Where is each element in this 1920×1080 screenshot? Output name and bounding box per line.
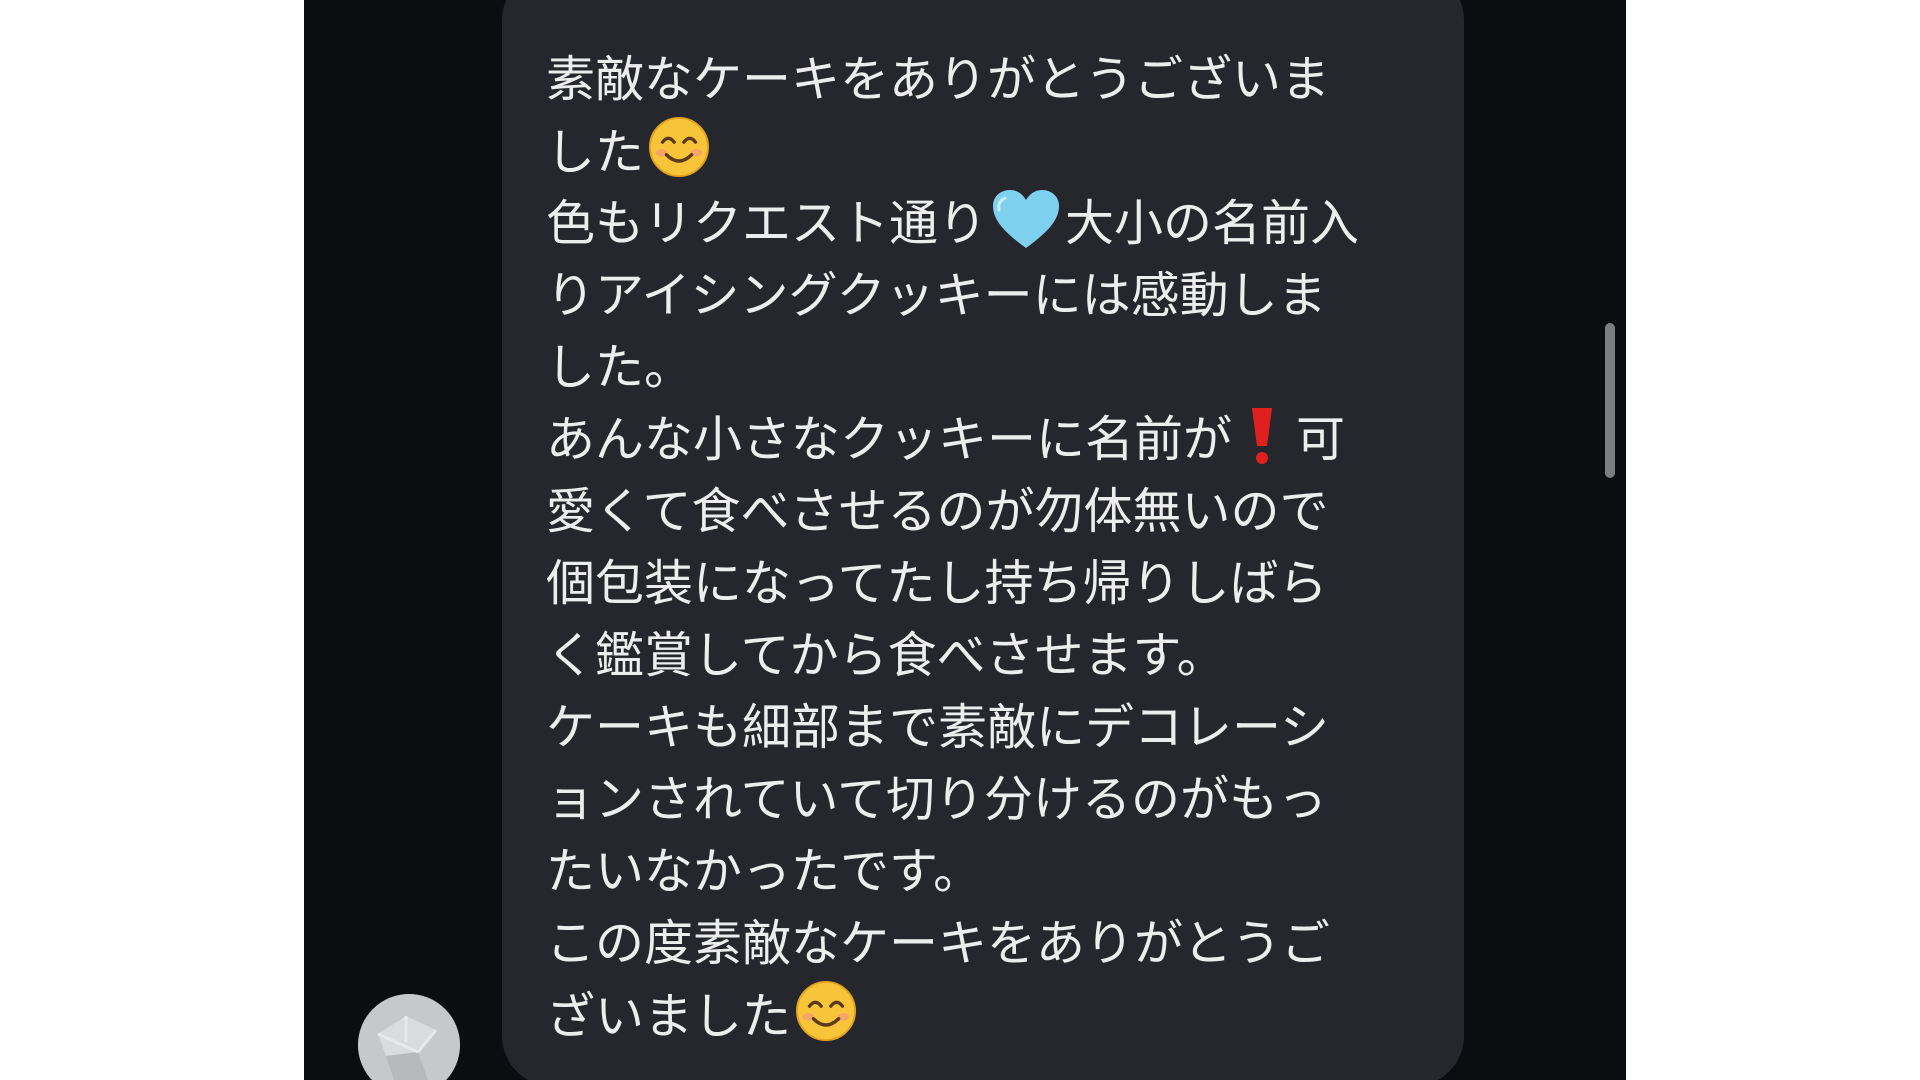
chat-screen[interactable]: 素敵なケーキをありがとうございま した 色もリクエスト通り 大小の名前入 りアイ… xyxy=(304,0,1626,1080)
message-text: 素敵なケーキをありがとうございま した 色もリクエスト通り 大小の名前入 りアイ… xyxy=(546,44,1464,1052)
message-line: く鑑賞してから食べさせます。 xyxy=(546,620,1464,692)
message-line-text: 色もリクエスト通り xyxy=(546,195,988,252)
smiling-face-icon xyxy=(648,116,710,178)
message-line-text: 個包装になってたし持ち帰りしばら xyxy=(546,555,1328,612)
red-exclamation-icon xyxy=(1252,408,1273,464)
avatar[interactable] xyxy=(358,994,460,1080)
message-line: ケーキも細部まで素敵にデコレーシ xyxy=(546,692,1464,764)
message-line-text: たいなかったです。 xyxy=(546,843,983,900)
message-line: 愛くて食べさせるのが勿体無いので xyxy=(546,476,1464,548)
message-line-text: ざいました xyxy=(546,988,792,1045)
message-line-text: ケーキも細部まで素敵にデコレーシ xyxy=(546,699,1330,756)
message-line: りアイシングクッキーには感動しま xyxy=(546,260,1464,332)
page: 素敵なケーキをありがとうございま した 色もリクエスト通り 大小の名前入 りアイ… xyxy=(0,0,1920,1080)
smiling-face-icon xyxy=(795,980,857,1042)
message-line-text-rest: 大小の名前入 xyxy=(1065,195,1360,252)
message-line-text: りアイシングクッキーには感動しま xyxy=(546,267,1327,324)
message-line-text: した。 xyxy=(546,339,694,396)
message-line: この度素敵なケーキをありがとうご xyxy=(546,908,1464,980)
message-line: ざいました xyxy=(546,980,1464,1052)
message-line: たいなかったです。 xyxy=(546,836,1464,908)
message-line: 素敵なケーキをありがとうございま xyxy=(546,44,1464,116)
message-line-text-rest: 可 xyxy=(1296,411,1346,468)
message-line-text: ョンされていて切り分けるのがもっ xyxy=(546,771,1328,828)
message-line: あんな小さなクッキーに名前が 可 xyxy=(546,404,1464,476)
message-line-text: 素敵なケーキをありがとうございま xyxy=(546,51,1331,108)
message-line: した xyxy=(546,116,1464,188)
light-blue-heart-icon xyxy=(993,190,1060,248)
message-line-text: 愛くて食べさせるのが勿体無いので xyxy=(546,483,1329,540)
message-line: した。 xyxy=(546,332,1464,404)
scrollbar-thumb[interactable] xyxy=(1605,323,1615,478)
message-line-text: この度素敵なケーキをありがとうご xyxy=(546,915,1331,972)
message-bubble[interactable]: 素敵なケーキをありがとうございま した 色もリクエスト通り 大小の名前入 りアイ… xyxy=(502,0,1464,1080)
message-line: 色もリクエスト通り 大小の名前入 xyxy=(546,188,1464,260)
default-avatar-icon xyxy=(358,994,460,1080)
message-line-text: した xyxy=(546,124,645,181)
message-line: ョンされていて切り分けるのがもっ xyxy=(546,764,1464,836)
message-line-text: く鑑賞してから食べさせます。 xyxy=(546,627,1226,684)
message-line: 個包装になってたし持ち帰りしばら xyxy=(546,548,1464,620)
message-line-text: あんな小さなクッキーに名前が xyxy=(546,411,1233,468)
